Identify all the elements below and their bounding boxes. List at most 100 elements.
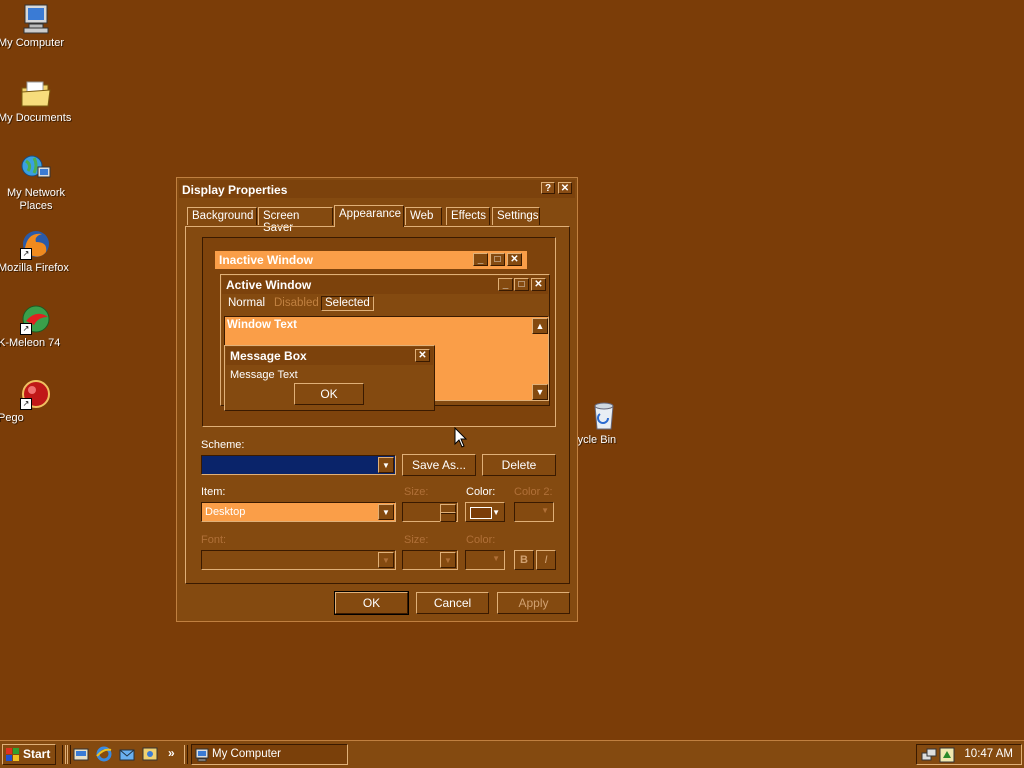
help-button[interactable]: ? [541,182,555,194]
maximize-icon: □ [490,253,505,266]
item-label: Item: [201,486,226,498]
close-icon: ✕ [531,278,546,291]
color-swatch [470,507,492,519]
ok-button[interactable]: OK [334,591,409,615]
scroll-up-icon: ▲ [532,318,548,334]
task-button-my-computer[interactable]: My Computer [191,744,348,765]
system-tray: 10:47 AM [916,744,1022,765]
computer-icon [20,3,52,35]
preview-inactive-title: Inactive Window [219,253,313,267]
scheme-label: Scheme: [201,439,245,451]
scroll-down-icon: ▼ [532,384,548,400]
item-size-label: Size: [404,486,429,498]
item-color2-button: ▼ [514,502,554,522]
chevron-down-icon: ▼ [378,552,394,568]
quick-launch-chevron[interactable]: » [168,746,175,760]
tab-screen-saver[interactable]: Screen Saver [258,207,333,234]
item-color-label: Color: [466,486,496,498]
taskbar-divider [62,745,66,764]
preview-msg-ok: OK [294,383,364,405]
preview-menu-disabled: Disabled [274,297,319,309]
desktop-icon-label: My Network Places [6,187,66,212]
dialog-title: Display Properties [182,183,288,197]
taskbar-grip[interactable] [184,745,188,764]
italic-button: I [536,550,556,570]
pego-icon: ↗ [20,378,52,410]
apply-button[interactable]: Apply [497,592,570,614]
dialog-title-bar[interactable]: Display Properties ? ✕ [179,180,575,198]
chevron-down-icon: ▼ [440,552,456,568]
start-button[interactable]: Start [2,744,56,765]
tab-effects[interactable]: Effects [446,207,490,225]
tab-background[interactable]: Background [187,207,257,225]
spin-down-icon [440,512,456,522]
item-color2-label: Color 2: [514,486,553,498]
network-globe-icon [20,153,52,185]
preview-inactive-window: Inactive Window _ □ ✕ [215,251,527,269]
item-color-button[interactable]: ▼ [465,502,505,522]
recycle-bin-icon [588,400,620,432]
tab-appearance[interactable]: Appearance [334,205,404,227]
tab-settings[interactable]: Settings [492,207,540,225]
taskbar: Start » My Computer 10:47 AM [0,740,1024,768]
clock[interactable]: 10:47 AM [964,748,1013,760]
show-desktop-icon[interactable] [73,746,89,762]
internet-explorer-icon[interactable] [96,746,112,762]
close-button[interactable]: ✕ [558,182,572,194]
desktop-icon-label: My Computer [0,37,65,49]
bold-button: B [514,550,534,570]
media-player-icon[interactable] [142,746,158,762]
desktop-icon-label: K-Meleon 74 [0,337,61,349]
outlook-express-icon[interactable] [119,746,135,762]
task-label: My Computer [212,748,282,760]
tray-app-icon[interactable] [939,747,955,763]
preview-msg-title: Message Box [230,349,307,363]
save-as-button[interactable]: Save As... [402,454,476,476]
delete-button[interactable]: Delete [482,454,556,476]
shortcut-arrow-icon: ↗ [20,398,32,410]
font-color-label: Color: [466,534,496,546]
desktop-icon-network-places[interactable]: My Network Places [0,153,74,212]
firefox-icon: ↗ [20,228,52,260]
font-size-label: Size: [404,534,429,546]
chevron-down-icon: ▼ [541,506,549,515]
preview-active-titlebar: Active Window _ □ ✕ [222,276,548,294]
tab-web[interactable]: Web [405,207,442,225]
desktop-icon-k-meleon[interactable]: ↗ K-Meleon 74 [0,303,74,349]
preview-msg-titlebar: Message Box ✕ [226,347,433,365]
chevron-down-icon: ▼ [492,508,500,517]
preview-message-box: Message Box ✕ Message Text OK [224,345,435,411]
minimize-icon: _ [473,253,488,266]
quick-launch-grip[interactable] [67,745,71,764]
desktop-icon-label: Pego [0,412,24,424]
desktop-icon-firefox[interactable]: ↗ Mozilla Firefox [0,228,74,274]
start-label: Start [23,747,51,761]
close-icon: ✕ [560,183,570,194]
folder-icon [20,78,52,110]
cancel-button[interactable]: Cancel [416,592,489,614]
close-icon: ✕ [507,253,522,266]
preview-menu-selected: Selected [321,296,374,311]
maximize-icon: □ [514,278,529,291]
chevron-down-icon[interactable]: ▼ [378,504,394,520]
mouse-cursor-icon [454,427,468,448]
scheme-select[interactable]: ▼ [201,455,396,475]
font-color-button: ▼ [465,550,505,570]
font-select: ▼ [201,550,396,570]
minimize-icon: _ [498,278,513,291]
network-tray-icon[interactable] [921,747,937,763]
close-icon: ✕ [415,349,430,362]
item-size-spinner [402,502,458,522]
appearance-preview[interactable]: Inactive Window _ □ ✕ Active Window _ □ … [202,237,556,427]
chevron-down-icon[interactable]: ▼ [378,457,394,473]
preview-msg-text: Message Text [230,369,298,381]
desktop-icon-pego[interactable]: ↗ Pego [0,378,74,424]
item-select[interactable]: Desktop ▼ [201,502,396,522]
desktop-icon-my-documents[interactable]: My Documents [0,78,74,124]
preview-menu-normal: Normal [228,297,266,309]
desktop-icon-label: Mozilla Firefox [0,262,69,274]
appearance-panel: Inactive Window _ □ ✕ Active Window _ □ … [185,226,570,584]
font-size-select: ▼ [402,550,458,570]
shortcut-arrow-icon: ↗ [20,248,32,260]
desktop-icon-my-computer[interactable]: My Computer [0,3,74,49]
